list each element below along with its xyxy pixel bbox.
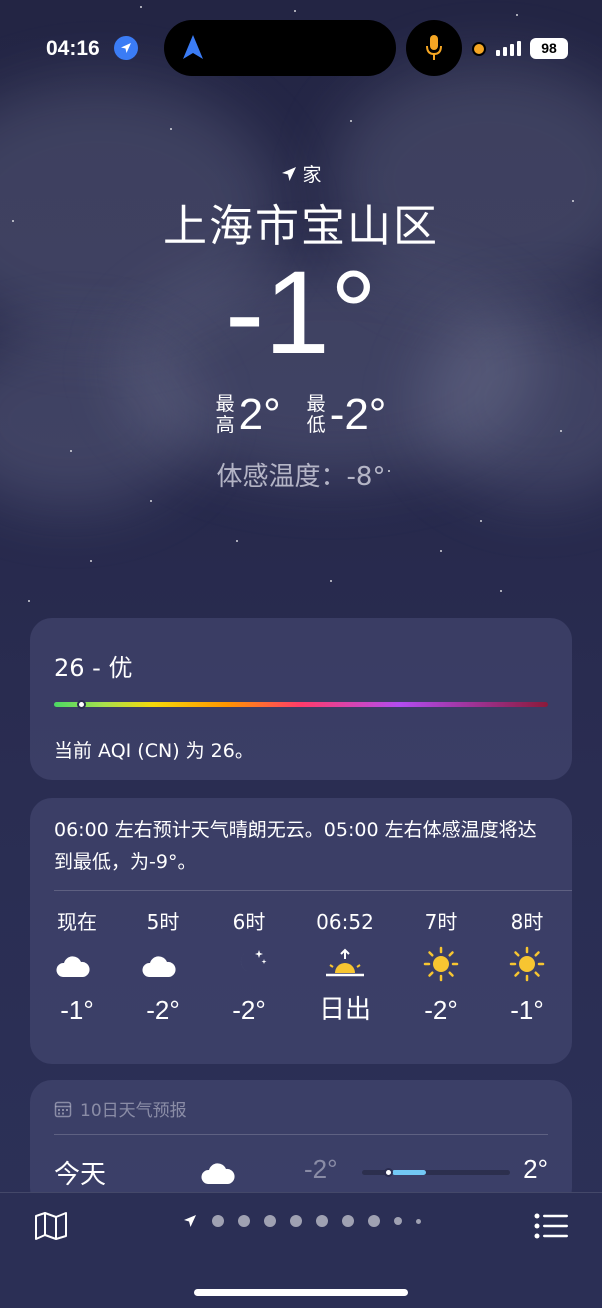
forecast-range-bar: [362, 1168, 510, 1177]
page-indicator[interactable]: [0, 1213, 602, 1229]
navigation-arrow-icon: [182, 34, 204, 64]
ten-day-forecast-card[interactable]: 10日天气预报 今天 -2° 2°: [30, 1080, 572, 1210]
hour-label: 06:52: [316, 910, 374, 934]
hour-label: 8时: [510, 910, 544, 934]
recording-dot-icon: [472, 42, 486, 56]
page-dot: [367, 1215, 380, 1227]
dynamic-island[interactable]: [164, 20, 396, 76]
page-dot: [341, 1215, 354, 1227]
high-label: 最 高: [215, 393, 235, 436]
high-low-temperature: 最 高 2° 最 低 -2°: [0, 390, 602, 440]
sun-icon: [396, 938, 486, 990]
location-arrow-icon: [114, 36, 138, 60]
page-dot: [289, 1215, 302, 1227]
page-dot: [415, 1218, 421, 1224]
forecast-header: 10日天气预报: [54, 1096, 187, 1121]
high-temperature: 最 高 2°: [216, 390, 281, 440]
hour-item: 7时 -2°: [396, 906, 486, 1030]
current-temperature: -1°: [224, 247, 378, 379]
low-label: 最 低: [306, 393, 326, 436]
partly-cloudy-night-icon: [200, 1154, 244, 1192]
forecast-day: 今天: [54, 1160, 107, 1190]
hour-temp: -1°: [60, 995, 94, 1025]
hour-temp: -1°: [510, 995, 544, 1025]
hour-temp: -2°: [146, 995, 180, 1025]
aqi-description: 当前 AQI (CN) 为 26。: [54, 740, 254, 762]
forecast-low: -2°: [304, 1154, 338, 1184]
hour-label: 6时: [232, 910, 266, 934]
forecast-range-fill: [392, 1170, 426, 1175]
page-dot: [211, 1215, 224, 1227]
location-tag: 家: [0, 160, 602, 187]
hour-item: 6时 -2°: [204, 906, 294, 1030]
low-value: -2°: [329, 390, 387, 439]
aqi-marker: [77, 700, 86, 709]
hour-label: 5时: [146, 910, 180, 934]
hour-temp: 日出: [318, 995, 371, 1025]
hour-item: 06:52 日出: [300, 906, 390, 1030]
city-list-icon[interactable]: [534, 1213, 568, 1243]
city-name: 上海市宝山区: [163, 201, 439, 252]
hour-item: 现在 -1°: [32, 906, 122, 1030]
hour-temp: -2°: [424, 995, 458, 1025]
aqi-title: 26 - 优: [54, 654, 133, 682]
hour-temp: -2°: [232, 995, 266, 1025]
calendar-icon: [54, 1101, 72, 1117]
location-arrow-icon: [282, 166, 297, 181]
cellular-signal-icon: [496, 41, 521, 56]
high-value: 2°: [238, 390, 281, 439]
moon-stars-icon: [204, 938, 294, 990]
hourly-list[interactable]: 现在 -1° 5时 -2° 6时 -2° 06:52 日出 7时 -2° 8时 …: [30, 906, 572, 1046]
hour-label: 现在: [57, 910, 97, 934]
status-bar: 04:16 98: [0, 20, 602, 76]
page-dot: [315, 1215, 328, 1227]
microphone-icon: [426, 35, 442, 60]
page-dot: [263, 1215, 276, 1227]
low-temperature: 最 低 -2°: [307, 390, 387, 440]
hourly-summary: 06:00 左右预计天气晴朗无云。05:00 左右体感温度将达到最低，为-9°。: [54, 819, 537, 873]
air-quality-card[interactable]: 26 - 优 当前 AQI (CN) 为 26。: [30, 618, 572, 780]
microphone-indicator[interactable]: [406, 20, 462, 76]
hourly-forecast-card[interactable]: 06:00 左右预计天气晴朗无云。05:00 左右体感温度将达到最低，为-9°。…: [30, 798, 572, 1064]
forecast-current-marker: [384, 1168, 393, 1177]
forecast-row[interactable]: 今天 -2° 2°: [54, 1148, 548, 1192]
home-indicator[interactable]: [194, 1289, 408, 1296]
divider: [54, 1134, 548, 1135]
location-arrow-icon: [183, 1215, 196, 1227]
sun-icon: [482, 938, 572, 990]
partly-cloudy-night-icon: [32, 938, 122, 990]
page-dot: [393, 1217, 402, 1225]
hour-label: 7时: [424, 910, 458, 934]
feels-like-temperature: 体感温度：-8°: [216, 462, 386, 492]
page-dot: [237, 1215, 250, 1227]
battery-indicator: 98: [530, 38, 568, 59]
forecast-high: 2°: [523, 1154, 548, 1184]
hour-item: 8时 -1°: [482, 906, 572, 1030]
divider: [54, 890, 572, 891]
status-time: 04:16: [46, 37, 100, 60]
location-tag-label: 家: [302, 164, 322, 186]
aqi-scale-bar: [54, 702, 548, 707]
bottom-toolbar: [0, 1192, 602, 1308]
hour-item: 5时 -2°: [118, 906, 208, 1030]
partly-cloudy-night-icon: [118, 938, 208, 990]
sunrise-icon: [300, 938, 390, 990]
forecast-header-label: 10日天气预报: [80, 1101, 187, 1121]
